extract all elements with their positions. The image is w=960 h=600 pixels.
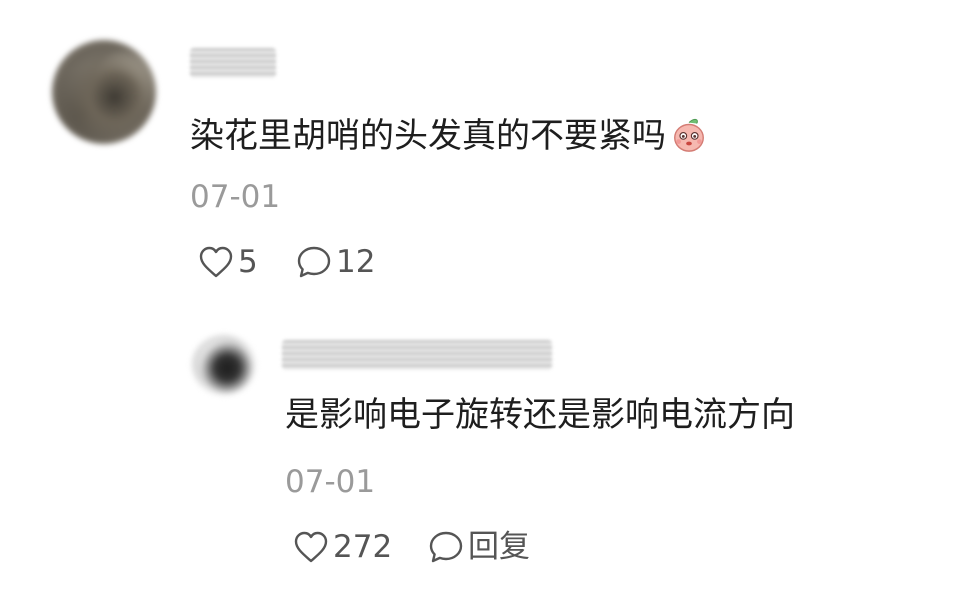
comment-text: 染花里胡哨的头发真的不要紧吗 bbox=[190, 115, 708, 153]
comment-timestamp: 07-01 bbox=[190, 179, 281, 215]
reply-button[interactable]: 12 bbox=[296, 245, 375, 279]
avatar[interactable] bbox=[52, 40, 156, 144]
comment-thread: 染花里胡哨的头发真的不要紧吗 07-01 5 12 是影响电子旋转还是影响电流方… bbox=[0, 0, 960, 600]
comment-body: 染花里胡哨的头发真的不要紧吗 bbox=[190, 116, 666, 156]
reply-label: 回复 bbox=[468, 528, 530, 565]
reply-avatar[interactable] bbox=[192, 335, 256, 395]
reply-like-count: 272 bbox=[333, 528, 393, 565]
reply-to-reply-button[interactable]: 回复 bbox=[428, 530, 530, 564]
reply-timestamp: 07-01 bbox=[285, 464, 376, 500]
reply-username-redacted[interactable] bbox=[282, 340, 552, 370]
speech-bubble-icon bbox=[429, 531, 463, 563]
reply-text: 是影响电子旋转还是影响电流方向 bbox=[285, 395, 795, 435]
heart-outline-icon bbox=[199, 246, 233, 278]
like-button[interactable]: 5 bbox=[198, 245, 258, 279]
reply-count: 12 bbox=[336, 243, 376, 280]
like-count: 5 bbox=[238, 243, 258, 280]
peach-face-emoji-icon bbox=[674, 118, 704, 152]
reply-like-button[interactable]: 272 bbox=[293, 530, 392, 564]
heart-outline-icon bbox=[294, 531, 328, 563]
username-redacted[interactable] bbox=[190, 48, 276, 78]
speech-bubble-icon bbox=[297, 246, 331, 278]
